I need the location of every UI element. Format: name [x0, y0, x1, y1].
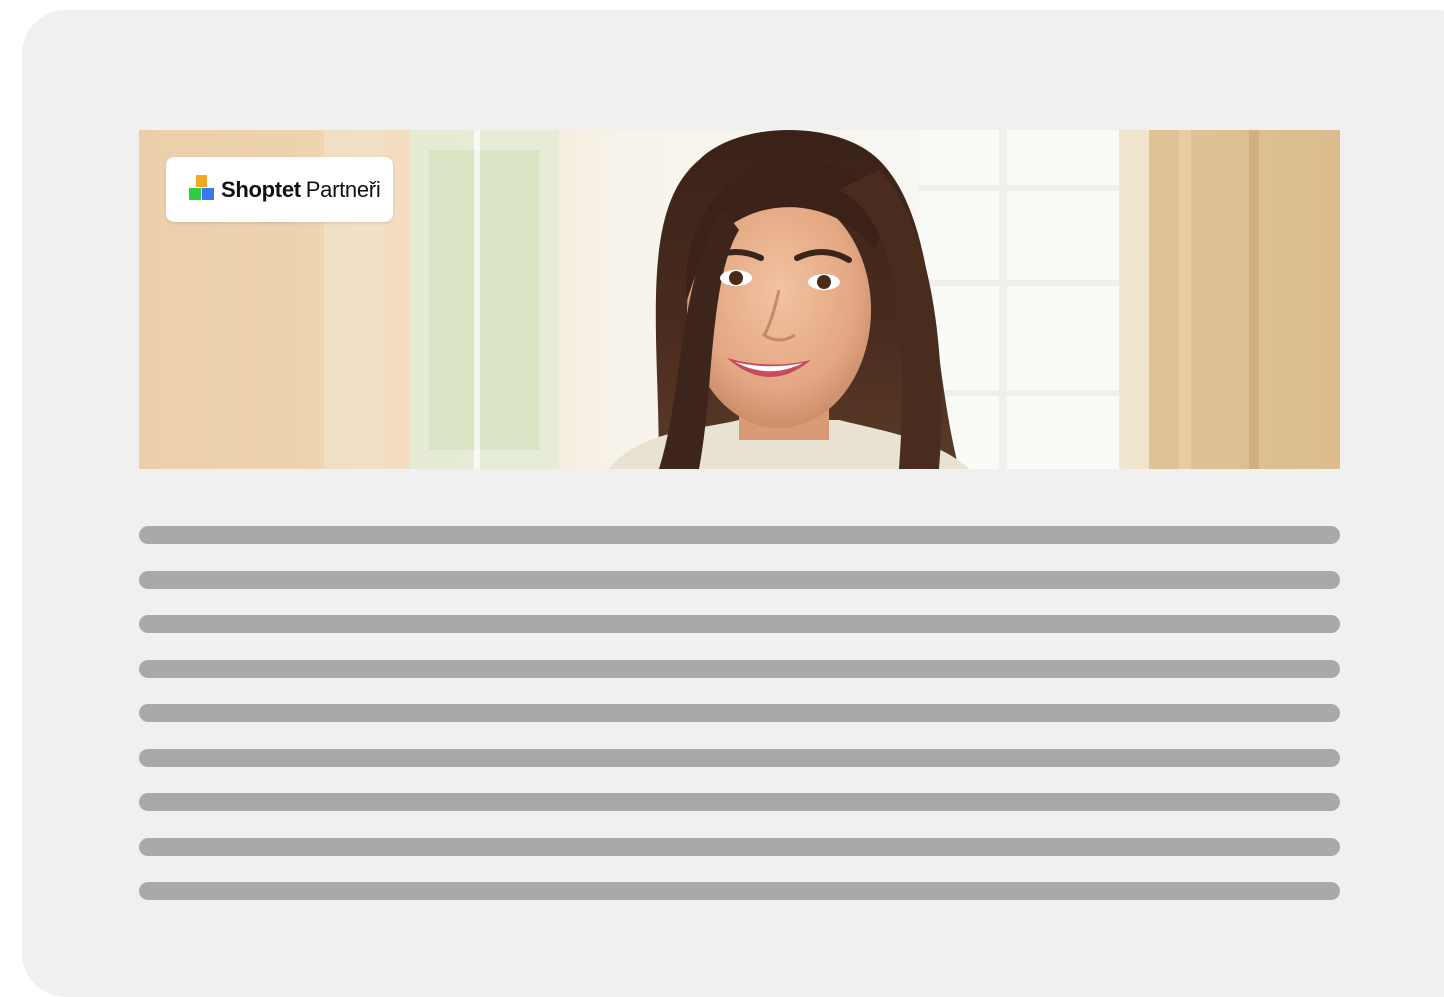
placeholder-line	[139, 615, 1340, 633]
placeholder-line	[139, 748, 1340, 767]
placeholder-line	[139, 704, 1340, 722]
placeholder-line	[139, 659, 1340, 678]
logo-brand-text: Shoptet	[221, 177, 301, 202]
placeholder-text-block	[139, 526, 1340, 927]
shoptet-partneri-logo: Shoptet Partneři	[166, 157, 393, 222]
placeholder-line	[139, 837, 1340, 856]
placeholder-line	[139, 793, 1340, 811]
placeholder-line	[139, 570, 1340, 589]
logo-sub-text: Partneři	[305, 177, 381, 202]
placeholder-line	[139, 882, 1340, 900]
logo-wordmark: Shoptet Partneři	[221, 177, 381, 203]
placeholder-line	[139, 526, 1340, 544]
shoptet-logo-icon	[189, 175, 214, 200]
